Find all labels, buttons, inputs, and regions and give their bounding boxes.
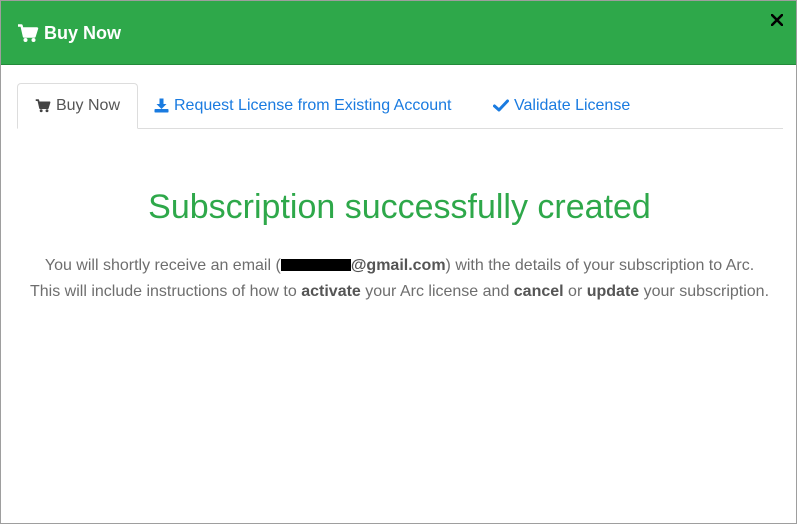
tab-buy-now[interactable]: Buy Now (17, 83, 138, 129)
message-line-1: You will shortly receive an email ( @gmai… (1, 256, 797, 276)
tab-buy-now-label: Buy Now (55, 97, 121, 114)
message-line-2: This will include instructions of how to… (1, 282, 797, 302)
message-line-2-part-3: or (563, 283, 587, 300)
close-button[interactable] (766, 9, 788, 31)
email-domain: @gmail.com (350, 257, 446, 274)
update-emphasis: update (586, 283, 640, 300)
cart-icon (18, 23, 39, 42)
check-icon (493, 99, 509, 112)
dialog-title-text: Buy Now (44, 22, 122, 43)
tab-bar: Buy Now Request License from Existing Ac… (17, 83, 783, 129)
redacted-email-bar (280, 259, 351, 271)
buy-now-dialog: Buy Now Buy Now Request License from Exi… (0, 0, 797, 524)
tab-validate-license[interactable]: Validate License (493, 83, 630, 128)
tab-validate-license-label: Validate License (514, 96, 631, 114)
cancel-emphasis: cancel (513, 283, 564, 300)
message-line-2-part-4: your subscription. (639, 283, 770, 300)
close-icon (771, 14, 783, 26)
success-heading: Subscription successfully created (148, 188, 651, 226)
tab-request-license[interactable]: Request License from Existing Account (154, 83, 451, 128)
dialog-title: Buy Now (17, 21, 121, 45)
dialog-header: Buy Now (1, 1, 796, 65)
message-line-1-start: You will shortly receive an email ( (44, 257, 281, 274)
email-address: @gmail.com (280, 257, 446, 274)
activate-emphasis: activate (301, 283, 361, 300)
tab-request-license-label: Request License from Existing Account (174, 96, 452, 114)
message-line-2-part-2: your Arc license and (360, 283, 514, 300)
cart-icon (35, 99, 51, 113)
message-line-1-end: ) with the details of your subscription … (445, 257, 755, 274)
message-line-2-part-1: This will include instructions of how to (29, 283, 302, 300)
download-icon (154, 98, 169, 113)
